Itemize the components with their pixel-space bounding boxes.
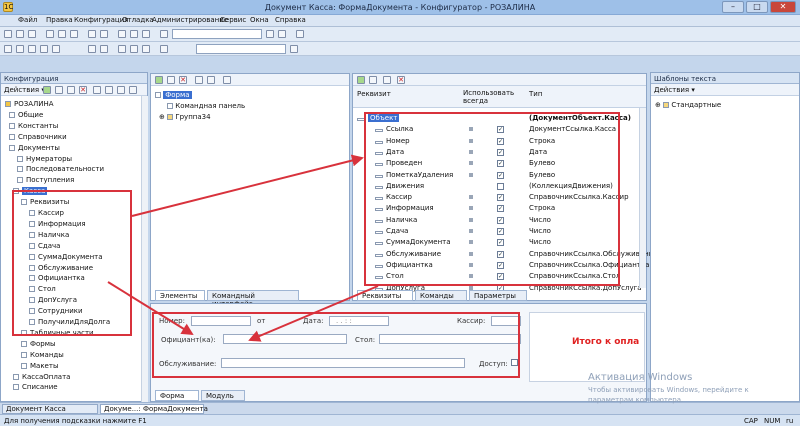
activation-watermark-line2: Чтобы активировать Windows, перейдите к xyxy=(588,386,749,394)
activation-watermark-title: Активация Windows xyxy=(588,372,693,383)
status-bar: Для получения подсказки нажмите F1 CAP N… xyxy=(0,414,800,426)
arrow-to-attributes xyxy=(131,154,364,217)
arrow-attrs-to-form xyxy=(248,285,379,342)
task-document-form[interactable]: Докуме...: ФормаДокумента xyxy=(100,404,208,414)
activation-watermark-line3: параметрам компьютера. xyxy=(588,396,684,404)
status-hint: Для получения подсказки нажмите F1 xyxy=(4,417,147,425)
arrow-to-form-fields xyxy=(107,281,194,336)
task-document-kassa[interactable]: Документ Касса xyxy=(2,404,98,414)
status-cap: CAP xyxy=(744,417,758,425)
status-num: NUM xyxy=(764,417,781,425)
annotation-arrows xyxy=(107,154,379,342)
status-lang: ru xyxy=(786,417,794,425)
